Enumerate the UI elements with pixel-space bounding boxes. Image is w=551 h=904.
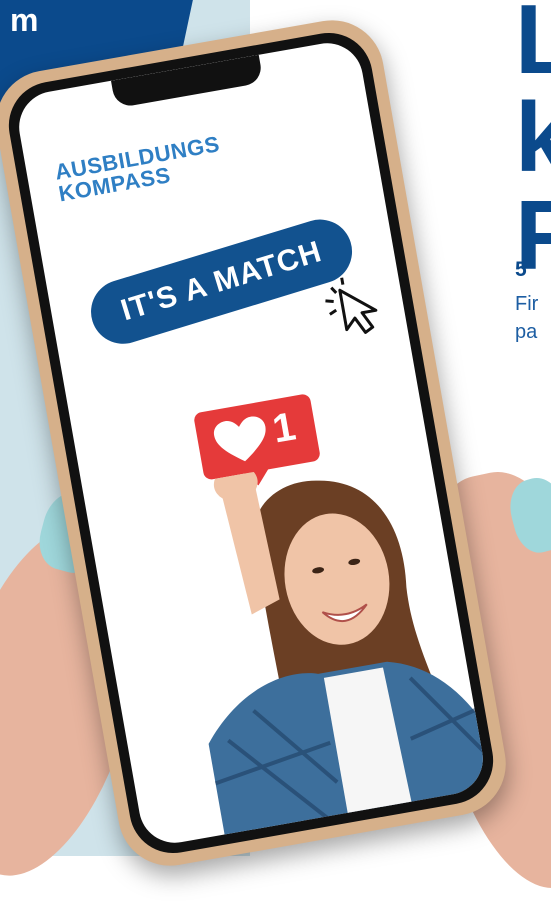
heading-text: L k F — [515, 0, 551, 290]
person-photo — [208, 465, 489, 843]
side-text: Fir pa — [515, 293, 539, 343]
heart-icon — [213, 416, 266, 462]
corner-text: m — [10, 2, 39, 38]
cursor-icon — [325, 277, 378, 334]
app-logo: AUSBILDUNGS KOMPASS — [53, 131, 225, 206]
side-number: 5 — [515, 258, 527, 281]
phone-notch — [110, 54, 264, 109]
